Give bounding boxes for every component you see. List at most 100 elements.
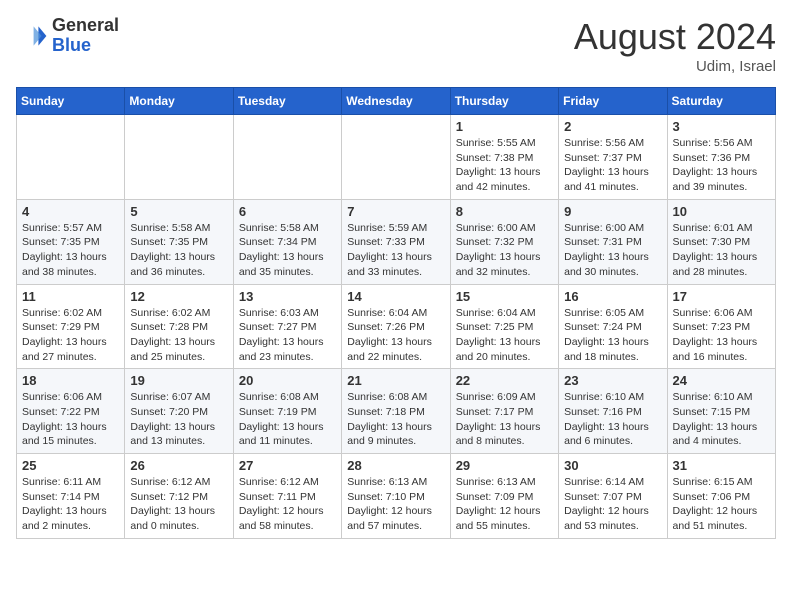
day-number: 9 (564, 204, 661, 219)
day-number: 22 (456, 373, 553, 388)
calendar-cell: 14 Sunrise: 6:04 AM Sunset: 7:26 PM Dayli… (342, 284, 450, 369)
logo-blue-text: Blue (52, 36, 119, 56)
day-number: 25 (22, 458, 119, 473)
day-info: Sunrise: 6:11 AM Sunset: 7:14 PM Dayligh… (22, 475, 119, 534)
day-info: Sunrise: 6:01 AM Sunset: 7:30 PM Dayligh… (673, 221, 770, 280)
calendar-cell: 1Sunrise: 5:55 AM Sunset: 7:38 PM Daylig… (450, 115, 558, 200)
day-info: Sunrise: 6:15 AM Sunset: 7:06 PM Dayligh… (673, 475, 770, 534)
calendar-cell: 16Sunrise: 6:05 AM Sunset: 7:24 PM Dayli… (559, 284, 667, 369)
day-info: Sunrise: 6:02 AM Sunset: 7:28 PM Dayligh… (130, 306, 227, 365)
calendar-cell: 7 Sunrise: 5:59 AM Sunset: 7:33 PM Daylig… (342, 199, 450, 284)
logo-general-text: General (52, 16, 119, 36)
day-number: 29 (456, 458, 553, 473)
day-info: Sunrise: 6:07 AM Sunset: 7:20 PM Dayligh… (130, 390, 227, 449)
day-info: Sunrise: 5:59 AM Sunset: 7:33 PM Dayligh… (347, 221, 444, 280)
day-number: 23 (564, 373, 661, 388)
day-number: 17 (673, 289, 770, 304)
day-info: Sunrise: 6:06 AM Sunset: 7:22 PM Dayligh… (22, 390, 119, 449)
calendar-cell: 21 Sunrise: 6:08 AM Sunset: 7:18 PM Dayli… (342, 369, 450, 454)
day-info: Sunrise: 6:06 AM Sunset: 7:23 PM Dayligh… (673, 306, 770, 365)
weekday-header-thursday: Thursday (450, 88, 558, 115)
day-info: Sunrise: 6:00 AM Sunset: 7:32 PM Dayligh… (456, 221, 553, 280)
day-number: 24 (673, 373, 770, 388)
day-info: Sunrise: 6:09 AM Sunset: 7:17 PM Dayligh… (456, 390, 553, 449)
day-info: Sunrise: 6:04 AM Sunset: 7:26 PM Dayligh… (347, 306, 444, 365)
day-number: 20 (239, 373, 336, 388)
location: Udim, Israel (574, 58, 776, 75)
logo-icon (16, 20, 48, 52)
day-number: 15 (456, 289, 553, 304)
week-row-1: 1Sunrise: 5:55 AM Sunset: 7:38 PM Daylig… (17, 115, 776, 200)
calendar-cell: 10Sunrise: 6:01 AM Sunset: 7:30 PM Dayli… (667, 199, 775, 284)
calendar-table: SundayMondayTuesdayWednesdayThursdayFrid… (16, 87, 776, 539)
day-number: 14 (347, 289, 444, 304)
calendar-cell (17, 115, 125, 200)
week-row-5: 25 Sunrise: 6:11 AM Sunset: 7:14 PM Dayli… (17, 454, 776, 539)
day-number: 21 (347, 373, 444, 388)
logo: General Blue (16, 16, 119, 56)
day-info: Sunrise: 6:13 AM Sunset: 7:09 PM Dayligh… (456, 475, 553, 534)
day-info: Sunrise: 5:55 AM Sunset: 7:38 PM Dayligh… (456, 136, 553, 195)
day-number: 3 (673, 119, 770, 134)
calendar-cell: 19 Sunrise: 6:07 AM Sunset: 7:20 PM Dayli… (125, 369, 233, 454)
calendar-cell: 8 Sunrise: 6:00 AM Sunset: 7:32 PM Daylig… (450, 199, 558, 284)
calendar-cell: 24 Sunrise: 6:10 AM Sunset: 7:15 PM Dayli… (667, 369, 775, 454)
day-info: Sunrise: 5:56 AM Sunset: 7:36 PM Dayligh… (673, 136, 770, 195)
day-info: Sunrise: 6:03 AM Sunset: 7:27 PM Dayligh… (239, 306, 336, 365)
day-number: 16 (564, 289, 661, 304)
month-year: August 2024 (574, 16, 776, 58)
day-number: 18 (22, 373, 119, 388)
day-number: 26 (130, 458, 227, 473)
day-number: 30 (564, 458, 661, 473)
weekday-header-friday: Friday (559, 88, 667, 115)
calendar-cell: 30 Sunrise: 6:14 AM Sunset: 7:07 PM Dayli… (559, 454, 667, 539)
calendar-cell: 20Sunrise: 6:08 AM Sunset: 7:19 PM Dayli… (233, 369, 341, 454)
day-number: 8 (456, 204, 553, 219)
weekday-header-row: SundayMondayTuesdayWednesdayThursdayFrid… (17, 88, 776, 115)
calendar-cell: 31Sunrise: 6:15 AM Sunset: 7:06 PM Dayli… (667, 454, 775, 539)
day-number: 19 (130, 373, 227, 388)
calendar-cell: 27 Sunrise: 6:12 AM Sunset: 7:11 PM Dayli… (233, 454, 341, 539)
day-number: 27 (239, 458, 336, 473)
day-info: Sunrise: 6:04 AM Sunset: 7:25 PM Dayligh… (456, 306, 553, 365)
day-info: Sunrise: 5:56 AM Sunset: 7:37 PM Dayligh… (564, 136, 661, 195)
day-info: Sunrise: 6:13 AM Sunset: 7:10 PM Dayligh… (347, 475, 444, 534)
day-info: Sunrise: 5:57 AM Sunset: 7:35 PM Dayligh… (22, 221, 119, 280)
week-row-3: 11Sunrise: 6:02 AM Sunset: 7:29 PM Dayli… (17, 284, 776, 369)
calendar-cell: 22 Sunrise: 6:09 AM Sunset: 7:17 PM Dayli… (450, 369, 558, 454)
calendar-cell: 6Sunrise: 5:58 AM Sunset: 7:34 PM Daylig… (233, 199, 341, 284)
calendar-cell: 28 Sunrise: 6:13 AM Sunset: 7:10 PM Dayli… (342, 454, 450, 539)
calendar-cell: 9 Sunrise: 6:00 AM Sunset: 7:31 PM Daylig… (559, 199, 667, 284)
day-number: 6 (239, 204, 336, 219)
calendar-cell: 4 Sunrise: 5:57 AM Sunset: 7:35 PM Daylig… (17, 199, 125, 284)
weekday-header-monday: Monday (125, 88, 233, 115)
calendar-cell: 26 Sunrise: 6:12 AM Sunset: 7:12 PM Dayli… (125, 454, 233, 539)
weekday-header-saturday: Saturday (667, 88, 775, 115)
day-info: Sunrise: 6:12 AM Sunset: 7:12 PM Dayligh… (130, 475, 227, 534)
calendar-cell: 11Sunrise: 6:02 AM Sunset: 7:29 PM Dayli… (17, 284, 125, 369)
day-info: Sunrise: 5:58 AM Sunset: 7:35 PM Dayligh… (130, 221, 227, 280)
day-number: 7 (347, 204, 444, 219)
day-info: Sunrise: 6:02 AM Sunset: 7:29 PM Dayligh… (22, 306, 119, 365)
day-info: Sunrise: 6:12 AM Sunset: 7:11 PM Dayligh… (239, 475, 336, 534)
calendar-cell (342, 115, 450, 200)
day-info: Sunrise: 6:10 AM Sunset: 7:15 PM Dayligh… (673, 390, 770, 449)
day-info: Sunrise: 6:14 AM Sunset: 7:07 PM Dayligh… (564, 475, 661, 534)
week-row-4: 18 Sunrise: 6:06 AM Sunset: 7:22 PM Dayli… (17, 369, 776, 454)
weekday-header-tuesday: Tuesday (233, 88, 341, 115)
day-info: Sunrise: 6:08 AM Sunset: 7:18 PM Dayligh… (347, 390, 444, 449)
calendar-cell: 15 Sunrise: 6:04 AM Sunset: 7:25 PM Dayli… (450, 284, 558, 369)
weekday-header-wednesday: Wednesday (342, 88, 450, 115)
day-number: 13 (239, 289, 336, 304)
day-info: Sunrise: 6:00 AM Sunset: 7:31 PM Dayligh… (564, 221, 661, 280)
calendar-cell: 18 Sunrise: 6:06 AM Sunset: 7:22 PM Dayli… (17, 369, 125, 454)
calendar-cell: 12Sunrise: 6:02 AM Sunset: 7:28 PM Dayli… (125, 284, 233, 369)
calendar-cell: 5 Sunrise: 5:58 AM Sunset: 7:35 PM Daylig… (125, 199, 233, 284)
day-number: 4 (22, 204, 119, 219)
calendar-cell: 23Sunrise: 6:10 AM Sunset: 7:16 PM Dayli… (559, 369, 667, 454)
day-number: 28 (347, 458, 444, 473)
calendar-cell: 25 Sunrise: 6:11 AM Sunset: 7:14 PM Dayli… (17, 454, 125, 539)
calendar-cell (233, 115, 341, 200)
title-block: August 2024 Udim, Israel (574, 16, 776, 75)
day-number: 5 (130, 204, 227, 219)
